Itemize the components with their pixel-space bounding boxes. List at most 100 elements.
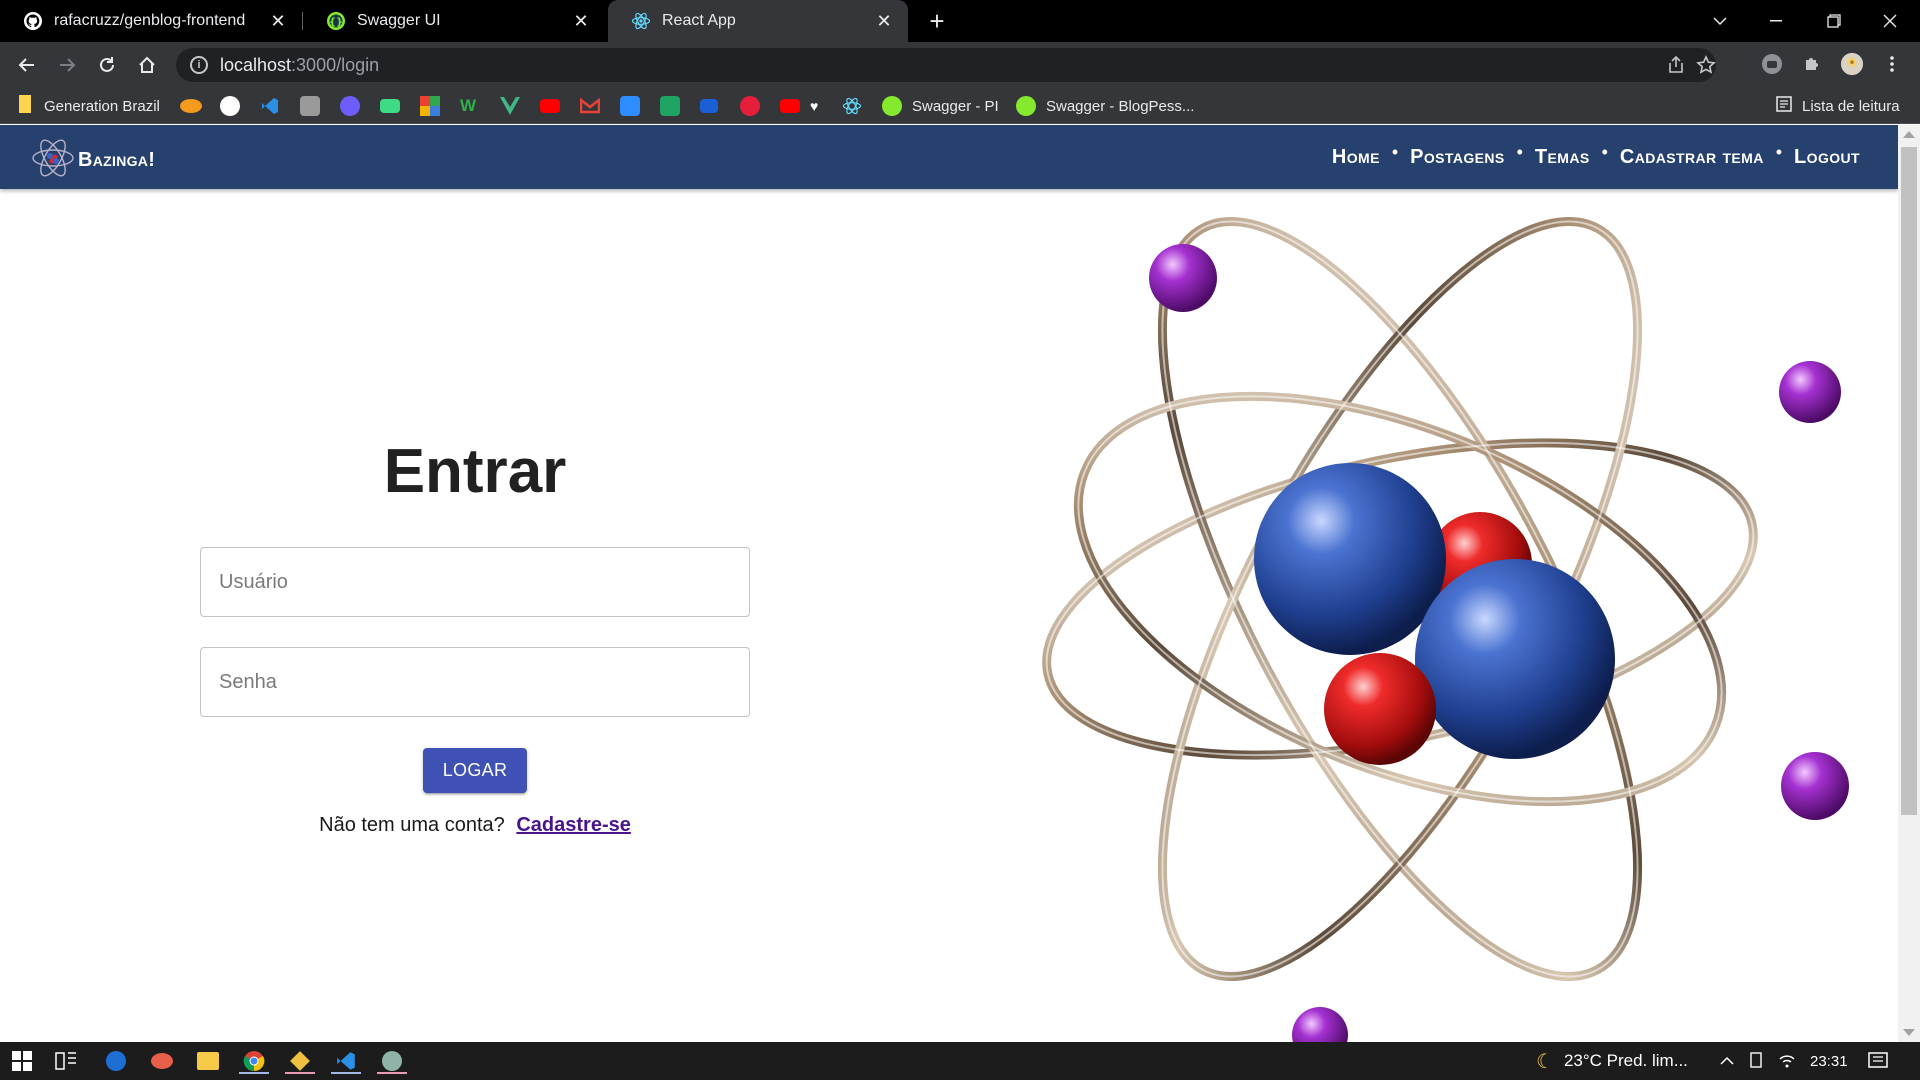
minimize-button[interactable] bbox=[1748, 0, 1804, 42]
signup-prompt-text: Não tem uma conta? bbox=[319, 814, 505, 836]
windows-taskbar: ☾ 23°C Pred. lim... 23:31 bbox=[0, 1042, 1920, 1080]
menu-postagens[interactable]: Postagens bbox=[1410, 146, 1504, 169]
android-icon[interactable] bbox=[380, 94, 400, 118]
home-icon[interactable] bbox=[132, 50, 162, 80]
bookmark-icon-purple[interactable] bbox=[340, 94, 360, 118]
username-field[interactable] bbox=[200, 547, 750, 617]
svg-text:{}: {} bbox=[329, 17, 343, 28]
reading-list-icon bbox=[1776, 96, 1792, 116]
zoom-icon[interactable] bbox=[620, 94, 640, 118]
menu-kebab-icon[interactable] bbox=[1880, 52, 1904, 76]
tab-github[interactable]: rafacruzz/genblog-frontend ✕ bbox=[0, 0, 302, 42]
heart-icon[interactable]: ♥ bbox=[810, 94, 818, 118]
bookmark-swagger-pi[interactable]: Swagger - PI bbox=[882, 94, 999, 118]
atom-image bbox=[1042, 217, 1849, 1042]
vuejs-icon[interactable] bbox=[500, 94, 520, 118]
restore-button[interactable] bbox=[1806, 0, 1862, 42]
username-input[interactable] bbox=[201, 548, 749, 616]
vscode-icon[interactable] bbox=[331, 1048, 361, 1074]
close-icon[interactable]: ✕ bbox=[874, 11, 894, 32]
file-explorer-icon[interactable] bbox=[194, 1048, 222, 1074]
site-info-icon[interactable]: i bbox=[190, 56, 208, 74]
github-icon bbox=[22, 10, 44, 32]
bookmark-icon-red[interactable] bbox=[740, 94, 760, 118]
bookmark-icon-blue[interactable] bbox=[700, 94, 718, 118]
tab-title: rafacruzz/genblog-frontend bbox=[54, 12, 246, 29]
close-window-button[interactable] bbox=[1862, 0, 1918, 42]
notifications-icon[interactable] bbox=[1868, 1042, 1888, 1080]
brand-name: Bazinga! bbox=[78, 149, 156, 171]
app-icon-red[interactable] bbox=[148, 1048, 176, 1074]
main-menu: Home • Postagens • Temas • Cadastrar tem… bbox=[1331, 141, 1860, 169]
bookmark-icon-grid[interactable] bbox=[420, 94, 440, 118]
signup-prompt: Não tem uma conta? Cadastre-se bbox=[0, 814, 950, 837]
swagger-icon bbox=[882, 96, 902, 116]
chrome-icon[interactable] bbox=[239, 1048, 269, 1074]
brand[interactable]: Bazinga! bbox=[30, 135, 155, 186]
tab-title: Swagger UI bbox=[357, 12, 441, 29]
tray-chevron-icon[interactable] bbox=[1720, 1042, 1734, 1080]
password-field[interactable] bbox=[200, 647, 750, 717]
profile-avatar[interactable] bbox=[1840, 52, 1864, 76]
login-form: Entrar LOGAR Não tem uma conta? Cadastre… bbox=[0, 189, 950, 1042]
bookmark-star-icon[interactable] bbox=[1696, 55, 1716, 80]
bookmark-icon-green[interactable] bbox=[660, 94, 680, 118]
swagger-icon: {} bbox=[325, 10, 347, 32]
password-input[interactable] bbox=[201, 648, 749, 716]
git-icon[interactable] bbox=[285, 1048, 315, 1074]
edge-dev-icon[interactable] bbox=[102, 1048, 130, 1074]
scroll-down-icon[interactable] bbox=[1903, 1029, 1915, 1036]
gmail-icon[interactable] bbox=[580, 94, 600, 118]
moon-icon: ☾ bbox=[1536, 1050, 1554, 1073]
tab-react-app[interactable]: React App ✕ bbox=[608, 0, 908, 42]
wifi-icon[interactable] bbox=[1778, 1042, 1796, 1080]
app-navbar: Bazinga! Home • Postagens • Temas • Cada… bbox=[0, 125, 1898, 189]
youtube-icon[interactable] bbox=[780, 94, 800, 118]
menu-temas[interactable]: Temas bbox=[1535, 146, 1590, 169]
new-tab-button[interactable]: + bbox=[922, 6, 952, 36]
weather-widget[interactable]: ☾ 23°C Pred. lim... bbox=[1536, 1042, 1688, 1080]
forward-icon[interactable] bbox=[52, 50, 82, 80]
menu-home[interactable]: Home bbox=[1332, 146, 1380, 169]
tab-search-icon[interactable] bbox=[1692, 0, 1748, 42]
react-icon bbox=[630, 10, 652, 32]
bookmark-swagger-blogpessoal[interactable]: Swagger - BlogPess... bbox=[1016, 94, 1194, 118]
task-view-icon[interactable] bbox=[52, 1048, 80, 1074]
app-icon-teal[interactable] bbox=[377, 1048, 407, 1074]
bookmark-icon-tool[interactable] bbox=[300, 94, 320, 118]
browser-toolbar: i localhost:3000/login bbox=[0, 42, 1920, 88]
clock[interactable]: 23:31 bbox=[1810, 1042, 1848, 1080]
page-scrollbar[interactable] bbox=[1898, 125, 1920, 1042]
url-text: localhost:3000/login bbox=[220, 54, 380, 75]
reading-list[interactable]: Lista de leitura bbox=[1776, 94, 1900, 118]
scroll-up-icon[interactable] bbox=[1903, 131, 1915, 138]
react-icon[interactable] bbox=[842, 94, 862, 118]
login-button[interactable]: LOGAR bbox=[423, 748, 527, 793]
address-bar[interactable]: i localhost:3000/login bbox=[176, 48, 1716, 82]
back-icon[interactable] bbox=[12, 50, 42, 80]
close-icon[interactable]: ✕ bbox=[571, 11, 591, 32]
swagger-icon bbox=[1016, 96, 1036, 116]
weather-text: 23°C Pred. lim... bbox=[1563, 1051, 1688, 1070]
tab-swagger[interactable]: {} Swagger UI ✕ bbox=[303, 0, 605, 42]
cloud-icon[interactable] bbox=[180, 94, 202, 118]
menu-logout[interactable]: Logout bbox=[1794, 146, 1860, 169]
bookmark-generation-brazil[interactable]: Generation Brazil bbox=[18, 94, 160, 118]
share-icon[interactable] bbox=[1666, 55, 1686, 80]
menu-cadastrar-tema[interactable]: Cadastrar tema bbox=[1620, 146, 1764, 169]
reload-icon[interactable] bbox=[92, 50, 122, 80]
page-viewport: Bazinga! Home • Postagens • Temas • Cada… bbox=[0, 125, 1898, 1042]
youtube-icon[interactable] bbox=[540, 94, 560, 118]
github-icon[interactable] bbox=[220, 94, 240, 118]
folder-icon bbox=[18, 94, 34, 118]
signup-link[interactable]: Cadastre-se bbox=[516, 814, 631, 836]
scrollbar-thumb[interactable] bbox=[1901, 147, 1917, 815]
bookmark-icon-w[interactable]: W bbox=[460, 94, 476, 118]
vscode-icon[interactable] bbox=[260, 94, 280, 118]
extensions-puzzle-icon[interactable] bbox=[1800, 52, 1824, 76]
extension-icon[interactable] bbox=[1760, 52, 1784, 76]
close-icon[interactable]: ✕ bbox=[268, 11, 288, 32]
atom-logo-icon bbox=[30, 135, 76, 186]
windows-start-icon[interactable] bbox=[8, 1048, 36, 1074]
device-icon[interactable] bbox=[1748, 1042, 1764, 1080]
